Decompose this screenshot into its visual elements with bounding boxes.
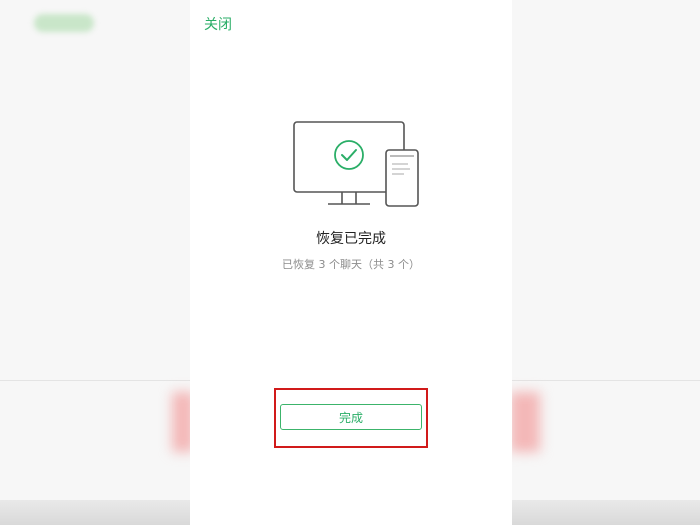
phone-icon xyxy=(385,149,419,207)
backdrop-left xyxy=(0,0,190,525)
done-button[interactable]: 完成 xyxy=(280,404,422,430)
backdrop-right xyxy=(512,0,700,525)
highlight-box: 完成 xyxy=(274,388,428,448)
status-subtitle: 已恢复 3 个聊天（共 3 个） xyxy=(282,258,420,271)
backdrop-divider xyxy=(512,380,700,381)
monitor-phone-sync-icon xyxy=(293,121,419,207)
backdrop-blur-right xyxy=(510,392,540,452)
blurred-backdrop-label xyxy=(34,14,94,32)
close-link[interactable]: 关闭 xyxy=(204,14,232,34)
check-circle-icon xyxy=(334,140,364,170)
status-title: 恢复已完成 xyxy=(316,231,386,247)
restore-complete-screen: 关闭 恢复已完成 已恢复 3 个聊天（共 3 个） 完成 xyxy=(190,0,512,525)
backdrop-divider xyxy=(0,380,190,381)
